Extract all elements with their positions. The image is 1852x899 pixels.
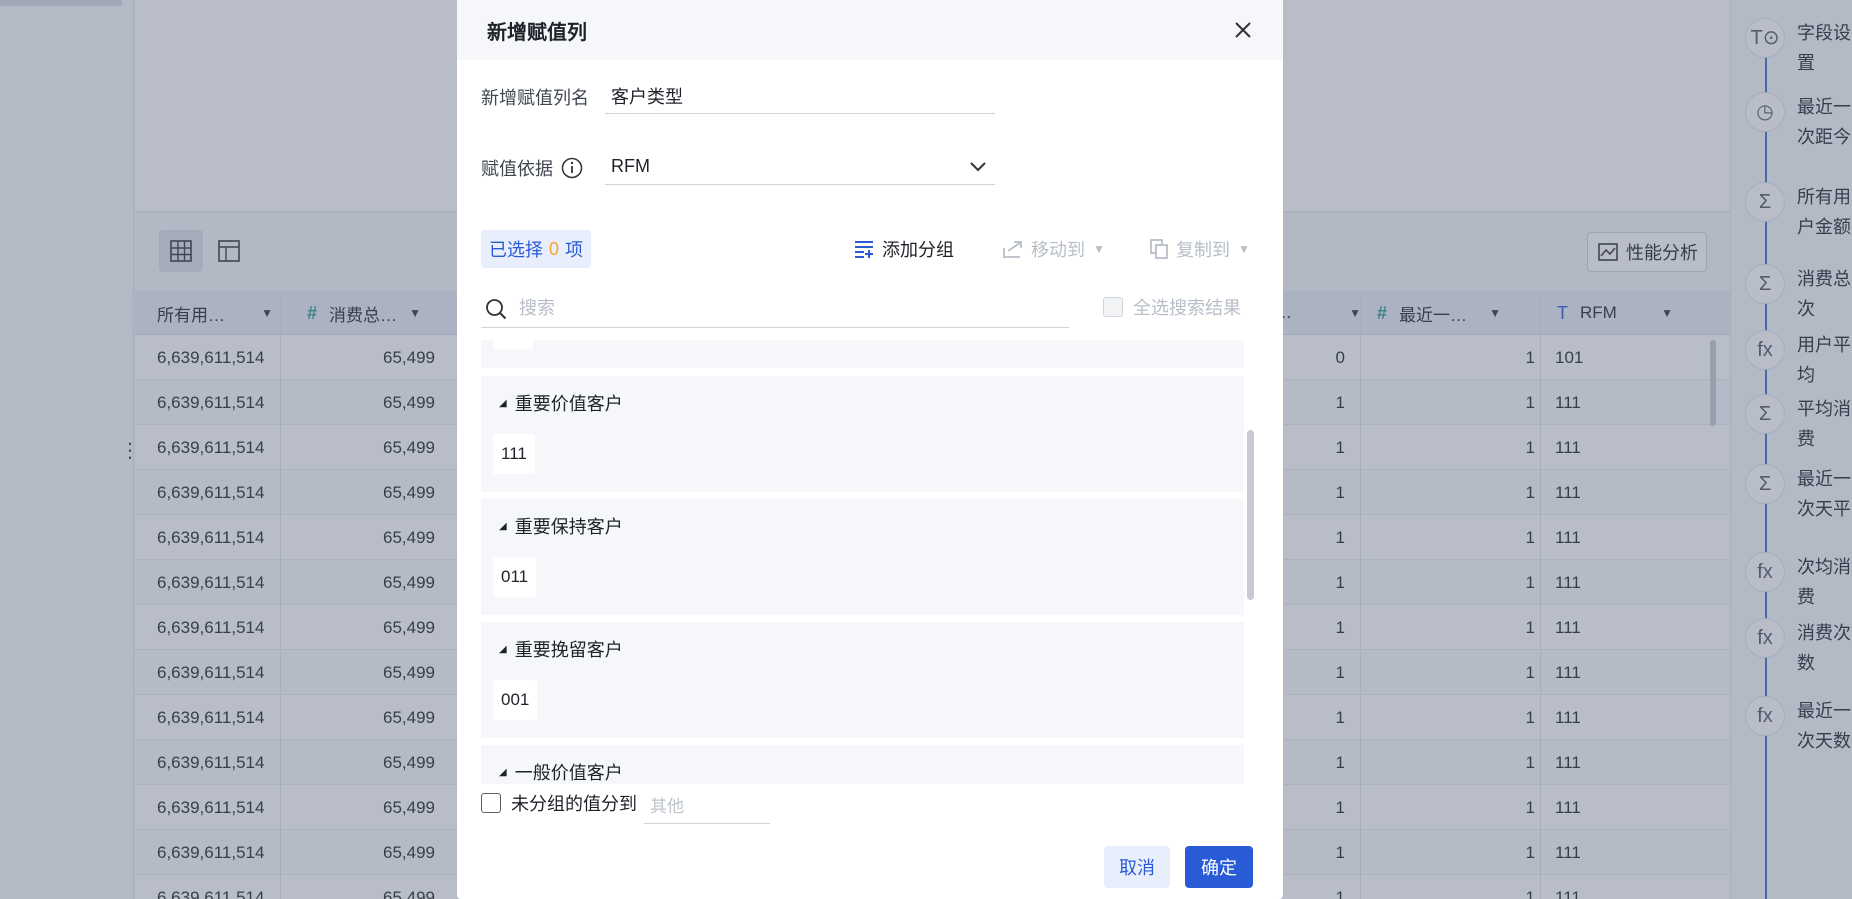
collapse-triangle-icon[interactable]: ◢ — [499, 398, 507, 409]
group-card-partial — [481, 340, 1244, 368]
add-group-icon — [855, 241, 873, 258]
group-card: ◢ 重要价值客户 111 — [481, 376, 1244, 492]
column-name-row: 新增赋值列名 — [481, 84, 589, 110]
dropdown-caret-icon: ▼ — [1093, 242, 1105, 256]
search-input[interactable] — [519, 298, 1019, 319]
assignment-basis-select[interactable]: RFM — [605, 149, 995, 185]
group-header[interactable]: ◢ 重要价值客户 — [499, 390, 623, 416]
copy-to-button[interactable]: 复制到 ▼ — [1150, 236, 1250, 262]
ungrouped-target-input[interactable]: 其他 — [644, 786, 770, 824]
group-list: ◢ 重要价值客户 111 ◢ 重要保持客户 011 ◢ 重要挽留客户 001 ◢… — [481, 340, 1244, 784]
group-value-tag[interactable]: 011 — [493, 557, 537, 597]
group-card: ◢ 一般价值客户 — [481, 745, 1244, 784]
column-name-input[interactable]: 客户类型 — [605, 78, 995, 114]
dialog-header: 新增赋值列 — [457, 0, 1283, 60]
close-button[interactable] — [1231, 18, 1255, 42]
dialog-title: 新增赋值列 — [487, 21, 587, 44]
group-card: ◢ 重要挽留客户 001 — [481, 622, 1244, 738]
selected-count-badge: 已选择 0 项 — [481, 230, 592, 268]
column-name-label: 新增赋值列名 — [481, 88, 589, 108]
group-value-tag[interactable]: 111 — [493, 434, 535, 474]
add-group-button[interactable]: 添加分组 — [854, 236, 954, 262]
cancel-button[interactable]: 取消 — [1104, 846, 1170, 888]
copy-icon — [1150, 239, 1168, 259]
group-list-scrollbar[interactable] — [1247, 430, 1254, 600]
move-to-button[interactable]: 移动到 ▼ — [1003, 236, 1105, 262]
select-all-search-results[interactable]: 全选搜索结果 — [1103, 294, 1241, 320]
confirm-button[interactable]: 确定 — [1185, 846, 1253, 888]
group-card: ◢ 重要保持客户 011 — [481, 499, 1244, 615]
collapse-triangle-icon[interactable]: ◢ — [499, 521, 507, 532]
chevron-down-icon — [970, 162, 986, 172]
move-icon — [1003, 241, 1022, 258]
group-header[interactable]: ◢ 重要挽留客户 — [499, 636, 623, 662]
close-icon — [1235, 22, 1251, 38]
search-icon — [486, 298, 507, 319]
assignment-basis-row: 赋值依据 — [481, 155, 583, 181]
assignment-basis-label: 赋值依据 — [481, 159, 553, 179]
dropdown-caret-icon: ▼ — [1238, 242, 1250, 256]
group-header[interactable]: ◢ 重要保持客户 — [499, 513, 623, 539]
add-assignment-column-dialog: 新增赋值列 新增赋值列名 客户类型 赋值依据 RFM 已选择 0 项 添加分组 … — [457, 0, 1283, 899]
select-all-checkbox[interactable] — [1103, 297, 1123, 317]
info-icon[interactable] — [561, 157, 583, 179]
group-header[interactable]: ◢ 一般价值客户 — [499, 759, 623, 784]
collapse-triangle-icon[interactable]: ◢ — [499, 644, 507, 655]
ungrouped-checkbox[interactable] — [481, 793, 501, 813]
collapse-triangle-icon[interactable]: ◢ — [499, 767, 507, 778]
search-bar — [481, 290, 1069, 328]
ungrouped-option[interactable]: 未分组的值分到 — [481, 790, 637, 816]
group-value-tag[interactable]: 001 — [493, 680, 538, 720]
